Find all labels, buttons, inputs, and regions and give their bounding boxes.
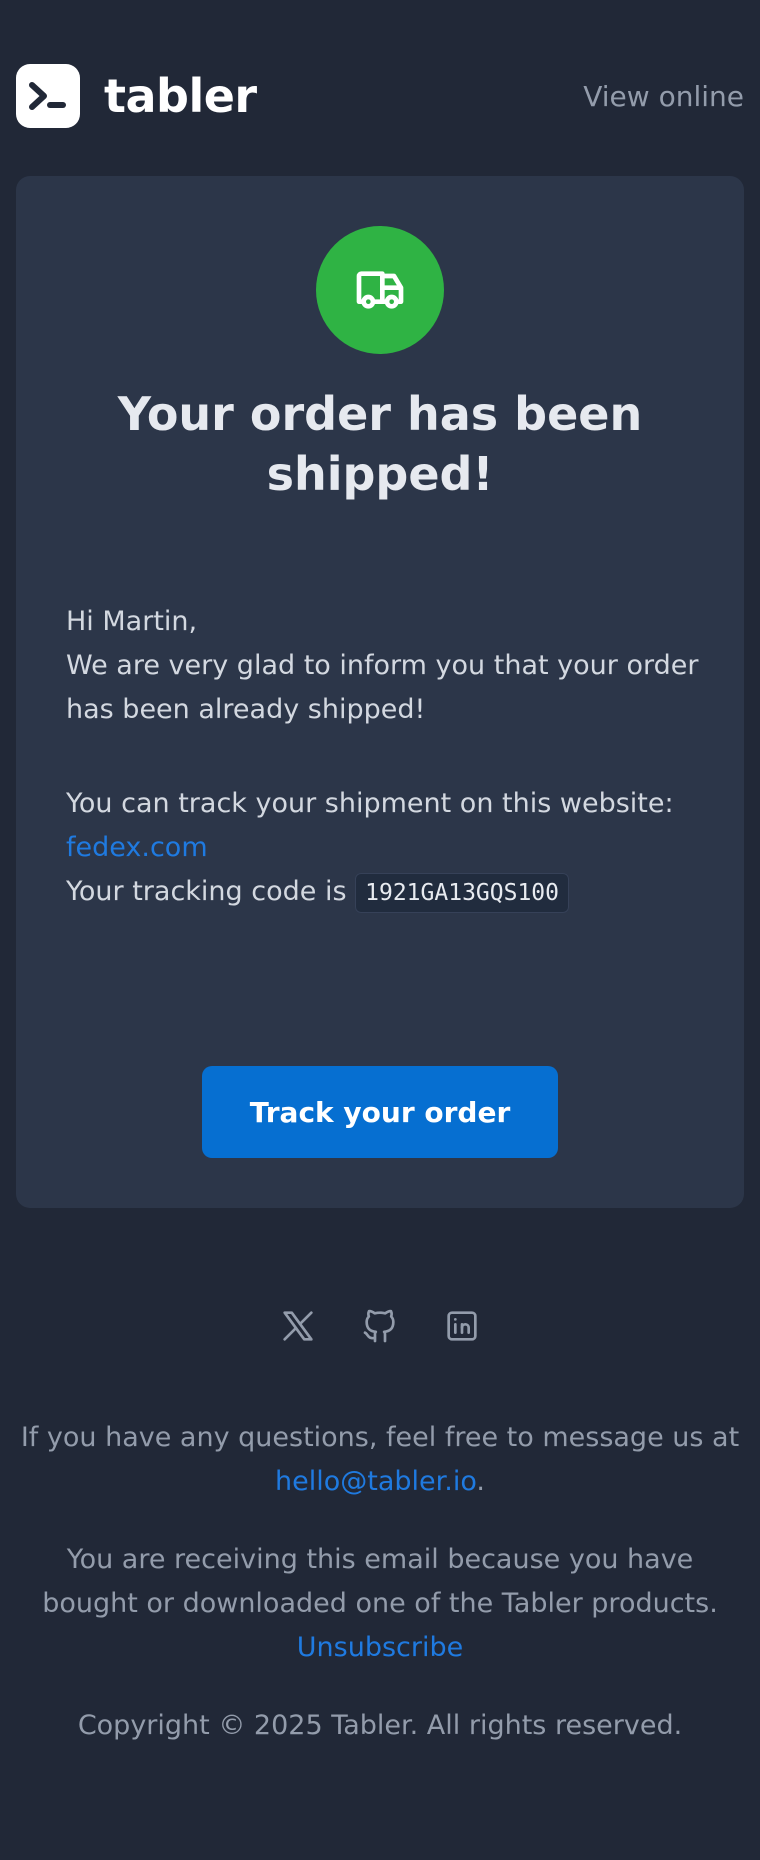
greeting: Hi Martin, [66, 606, 198, 637]
contact-email-link[interactable]: hello@tabler.io [275, 1466, 476, 1497]
brand-name: tabler [104, 69, 257, 123]
track-order-button[interactable]: Track your order [202, 1066, 558, 1158]
copyright: Copyright © 2025 Tabler. All rights rese… [77, 1710, 683, 1741]
footer-questions: If you have any questions, feel free to … [16, 1416, 744, 1504]
brand[interactable]: tabler [16, 64, 257, 128]
footer-receiving: You are receiving this email because you… [16, 1538, 744, 1670]
track-intro: You can track your shipment on this webs… [66, 788, 674, 819]
receiving-text: You are receiving this email because you… [42, 1544, 718, 1619]
period: . [476, 1466, 485, 1497]
fedex-link[interactable]: fedex.com [66, 832, 208, 863]
linkedin-icon[interactable] [442, 1306, 482, 1346]
tabler-logo-icon [16, 64, 80, 128]
message-text: We are very glad to inform you that your… [66, 650, 699, 725]
social-links [0, 1306, 760, 1346]
tracking-code-label: Your tracking code is [66, 876, 347, 907]
github-icon[interactable] [360, 1306, 400, 1346]
tracking-code: 1921GA13GQS100 [355, 873, 570, 913]
page-title: Your order has been shipped! [117, 387, 643, 501]
message-body: Hi Martin, We are very glad to inform yo… [66, 600, 706, 915]
truck-icon [316, 226, 444, 354]
unsubscribe-link[interactable]: Unsubscribe [297, 1632, 463, 1663]
email-header: tabler View online [16, 64, 744, 128]
x-icon[interactable] [278, 1306, 318, 1346]
view-online-link[interactable]: View online [583, 80, 744, 113]
order-card: Your order has been shipped! Hi Martin, … [16, 176, 744, 1208]
questions-text: If you have any questions, feel free to … [20, 1422, 740, 1453]
